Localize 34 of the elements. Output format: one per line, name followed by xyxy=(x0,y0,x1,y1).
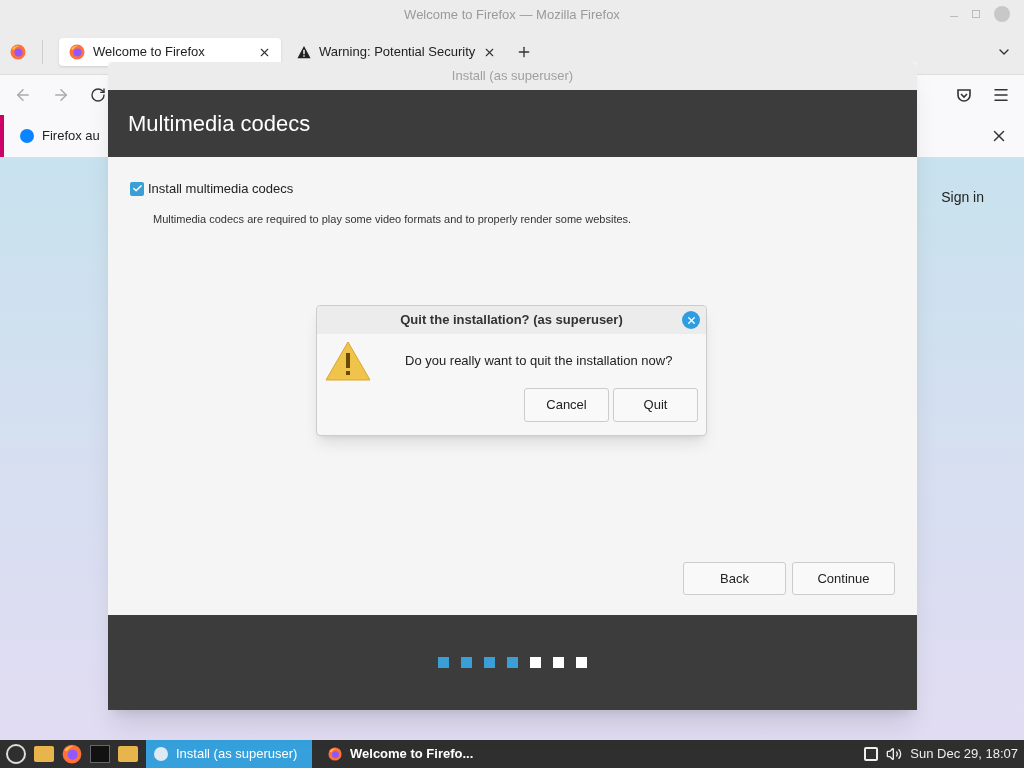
firefox-icon xyxy=(69,44,85,60)
clock: Sun Dec 29, 18:07 xyxy=(910,745,1019,764)
firefox-icon xyxy=(10,44,26,60)
sign-in-link[interactable]: Sign in xyxy=(941,187,984,208)
start-menu-icon[interactable] xyxy=(6,744,26,764)
close-button[interactable] xyxy=(682,311,700,329)
description: Multimedia codecs are required to play some video formats and to properly render some websites. xyxy=(153,211,633,227)
firefox-icon xyxy=(328,747,342,761)
wizard-button[interactable]: Back xyxy=(683,562,786,595)
dialog-button[interactable]: Quit xyxy=(613,388,698,422)
browser-tab[interactable]: Warning: Potential Security xyxy=(287,38,507,66)
dialog-title: Quit the installation? (as superuser) xyxy=(400,311,623,330)
warning-icon xyxy=(325,340,371,382)
taskbar-button[interactable]: Welcome to Firefo... xyxy=(320,740,490,768)
window-title: Welcome to Firefox — Mozilla Firefox xyxy=(404,6,620,25)
volume-icon[interactable] xyxy=(886,746,903,762)
tab-title: Warning: Potential Security xyxy=(319,43,476,62)
reload-icon[interactable] xyxy=(90,87,106,103)
terminal-icon[interactable] xyxy=(90,745,110,763)
dialog-message: Do you really want to quit the installation now? xyxy=(405,352,673,371)
firefox-icon xyxy=(62,744,82,764)
notification-text: Firefox au xyxy=(42,127,100,146)
tab-title: Welcome to Firefox xyxy=(93,43,206,62)
dialog-button[interactable]: Cancel xyxy=(524,388,609,422)
checkbox[interactable] xyxy=(130,181,144,196)
wizard-button[interactable]: Continue xyxy=(792,562,895,595)
window-icon[interactable] xyxy=(864,747,879,761)
checkbox-label: Install multimedia codecs xyxy=(148,180,294,198)
window-title: Install (as superuser) xyxy=(451,67,574,86)
menu-icon[interactable] xyxy=(992,86,1010,104)
warning-icon xyxy=(297,45,311,59)
info-icon xyxy=(20,129,34,143)
page-heading: Multimedia codecs xyxy=(128,110,311,138)
pocket-icon[interactable] xyxy=(956,87,972,103)
